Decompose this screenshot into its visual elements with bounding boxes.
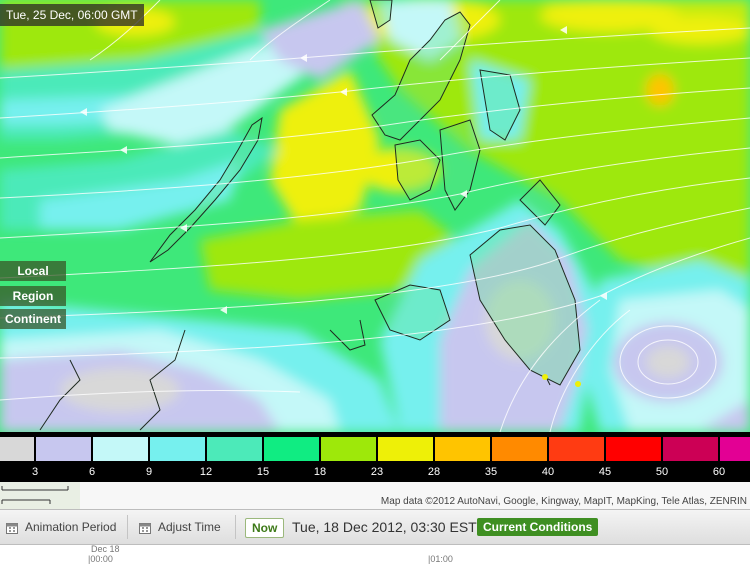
animation-period-button[interactable]: Animation Period	[6, 510, 116, 544]
legend-swatch-5	[264, 437, 319, 461]
legend-swatch-0	[0, 437, 34, 461]
legend-label: 15	[256, 466, 270, 478]
legend-swatch-8	[435, 437, 490, 461]
legend-swatch-1	[36, 437, 91, 461]
legend-swatch-4	[207, 437, 262, 461]
legend-swatch-10	[549, 437, 604, 461]
now-button[interactable]: Now	[245, 518, 285, 538]
wind-speed-legend: 3 6 9 12 15 18 23 28 35 40 45 50 60	[0, 432, 750, 482]
toolbar-divider	[127, 515, 128, 539]
local-zoom-button[interactable]: Local	[0, 261, 66, 281]
legend-swatch-9	[492, 437, 547, 461]
legend-label: 6	[88, 466, 96, 478]
continent-zoom-button[interactable]: Continent	[0, 309, 66, 329]
wind-speed-overlay	[0, 0, 750, 432]
playback-toolbar: Animation Period Adjust Time Now Tue, 18…	[0, 509, 750, 545]
legend-label: 3	[31, 466, 39, 478]
legend-label: 18	[313, 466, 327, 478]
legend-label: 45	[598, 466, 612, 478]
adjust-time-button[interactable]: Adjust Time	[139, 510, 221, 544]
current-datetime: Tue, 18 Dec 2012, 03:30 EST	[292, 519, 477, 535]
adjust-time-label: Adjust Time	[158, 520, 221, 534]
map-attribution: Map data ©2012 AutoNavi, Google, Kingway…	[380, 496, 747, 507]
legend-swatch-13	[720, 437, 750, 461]
legend-label: 60	[712, 466, 726, 478]
current-conditions-button[interactable]: Current Conditions	[477, 518, 599, 536]
legend-label: 35	[484, 466, 498, 478]
wind-map[interactable]: Tue, 25 Dec, 06:00 GMT Local Region Cont…	[0, 0, 750, 432]
scale-bar-icon	[0, 482, 80, 509]
calendar-icon	[6, 523, 18, 535]
legend-label: 28	[427, 466, 441, 478]
legend-swatch-12	[663, 437, 718, 461]
forecast-time-label: Tue, 25 Dec, 06:00 GMT	[0, 4, 144, 26]
legend-swatch-3	[150, 437, 205, 461]
legend-swatch-2	[93, 437, 148, 461]
legend-label: 40	[541, 466, 555, 478]
legend-swatch-7	[378, 437, 433, 461]
timeline-axis[interactable]: Dec 18 |00:00 |01:00	[0, 544, 750, 564]
legend-label: 50	[655, 466, 669, 478]
animation-period-label: Animation Period	[25, 520, 117, 534]
toolbar-divider	[235, 515, 236, 539]
map-attribution-bar: Map data ©2012 AutoNavi, Google, Kingway…	[0, 482, 750, 509]
region-zoom-button[interactable]: Region	[0, 286, 66, 306]
legend-swatch-11	[606, 437, 661, 461]
legend-label: 12	[199, 466, 213, 478]
calendar-icon	[139, 523, 151, 535]
legend-swatch-6	[321, 437, 376, 461]
legend-label: 23	[370, 466, 384, 478]
legend-label: 9	[145, 466, 153, 478]
timeline-date-label: Dec 18	[91, 544, 120, 554]
